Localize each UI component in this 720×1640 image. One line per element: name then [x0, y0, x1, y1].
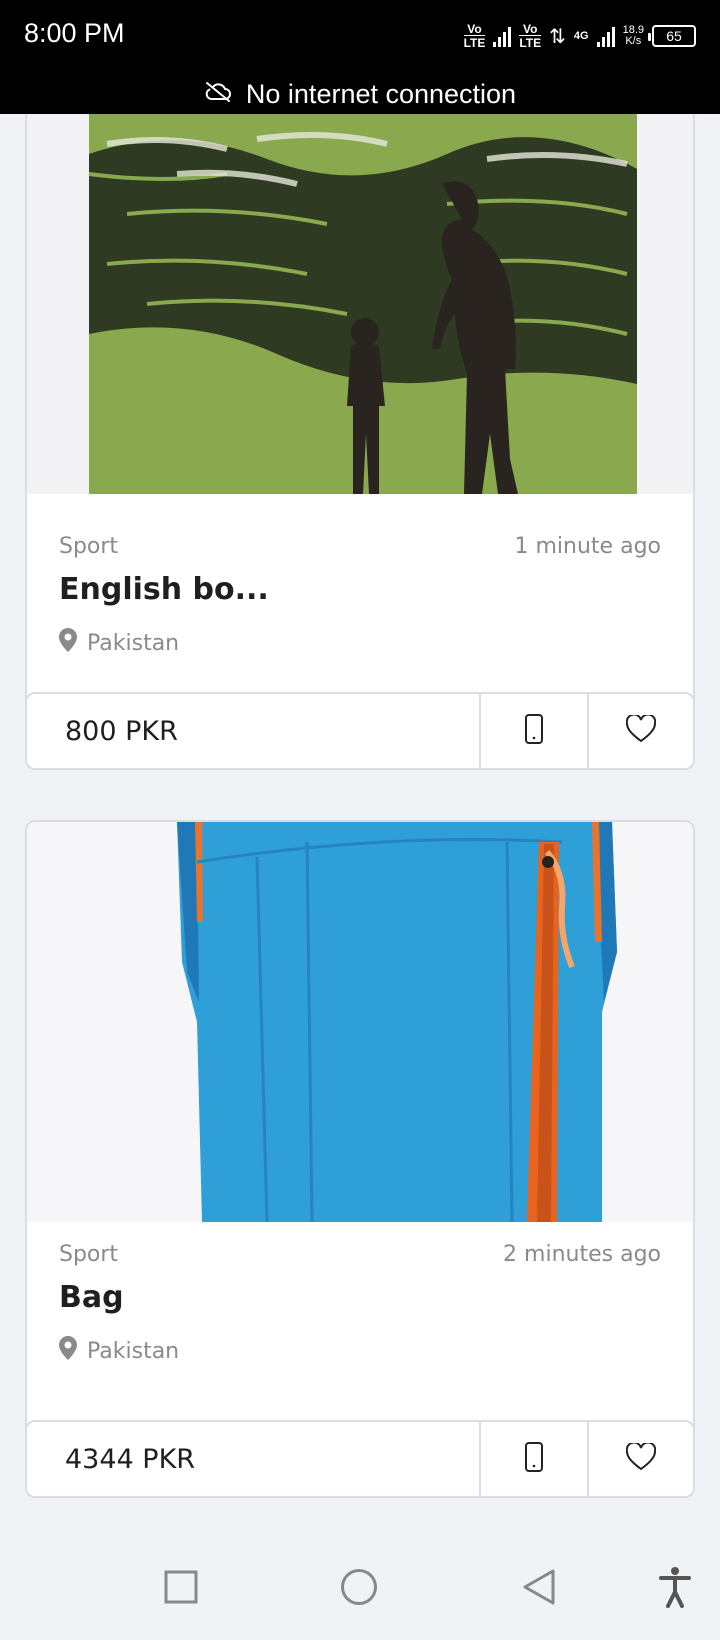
circle-icon: [340, 1569, 378, 1610]
listing-price: 4344 PKR: [65, 1443, 196, 1475]
listing-card[interactable]: Sport 1 minute ago English bo... Pakista…: [25, 114, 695, 770]
listing-location: Pakistan: [59, 1336, 179, 1366]
location-pin-icon: [59, 1336, 77, 1366]
listing-title[interactable]: Bag: [59, 1280, 124, 1315]
square-icon: [164, 1570, 198, 1608]
recents-button[interactable]: [164, 1570, 198, 1608]
favorite-button[interactable]: [587, 1422, 693, 1496]
cloud-off-icon: [204, 79, 232, 110]
location-text: Pakistan: [87, 1338, 180, 1364]
signal-icon: [493, 25, 512, 47]
listing-price: 800 PKR: [65, 715, 178, 747]
status-time: 8:00 PM: [24, 18, 125, 48]
volte-icon-2: Vo LTE: [519, 22, 542, 50]
heart-icon: [625, 1441, 657, 1475]
listing-time: 2 minutes ago: [503, 1242, 661, 1267]
network-speed: 18.9 K/s: [622, 24, 644, 47]
network-type-icon: 4G: [573, 30, 589, 42]
volte-icon: Vo LTE: [463, 22, 486, 50]
back-button[interactable]: [522, 1568, 556, 1610]
listing-card[interactable]: Sport 2 minutes ago Bag Pakistan 4344 PK…: [25, 820, 695, 1498]
status-icons: Vo LTE Vo LTE ⇅ 4G 18.9 K/s 65: [463, 20, 696, 52]
listing-time: 1 minute ago: [514, 534, 661, 559]
listing-image[interactable]: [27, 114, 693, 494]
triangle-back-icon: [522, 1569, 556, 1610]
navigation-bar: [0, 1540, 720, 1640]
data-transfer-icon: ⇅: [549, 24, 566, 48]
listing-location: Pakistan: [59, 628, 179, 658]
accessibility-icon: [658, 1567, 692, 1612]
phone-icon: [524, 1442, 544, 1476]
favorite-button[interactable]: [587, 694, 693, 768]
call-button[interactable]: [479, 1422, 587, 1496]
offline-banner: No internet connection: [0, 74, 720, 114]
listing-category: Sport: [59, 534, 119, 559]
listing-actions: 800 PKR: [27, 692, 693, 768]
battery-icon: 65: [648, 25, 696, 47]
accessibility-button[interactable]: [658, 1566, 692, 1612]
location-pin-icon: [59, 628, 77, 658]
listing-actions: 4344 PKR: [27, 1420, 693, 1496]
status-bar: 8:00 PM Vo LTE Vo LTE ⇅ 4G 18.9 K/s 65: [0, 0, 720, 74]
listing-title[interactable]: English bo...: [59, 572, 269, 607]
phone-icon: [524, 714, 544, 748]
offline-banner-text: No internet connection: [245, 78, 517, 109]
home-button[interactable]: [340, 1568, 378, 1610]
listing-category: Sport: [59, 1242, 119, 1267]
signal-icon-2: [596, 25, 615, 47]
location-text: Pakistan: [87, 630, 180, 656]
heart-icon: [625, 713, 657, 747]
call-button[interactable]: [479, 694, 587, 768]
listing-image[interactable]: [27, 822, 693, 1222]
